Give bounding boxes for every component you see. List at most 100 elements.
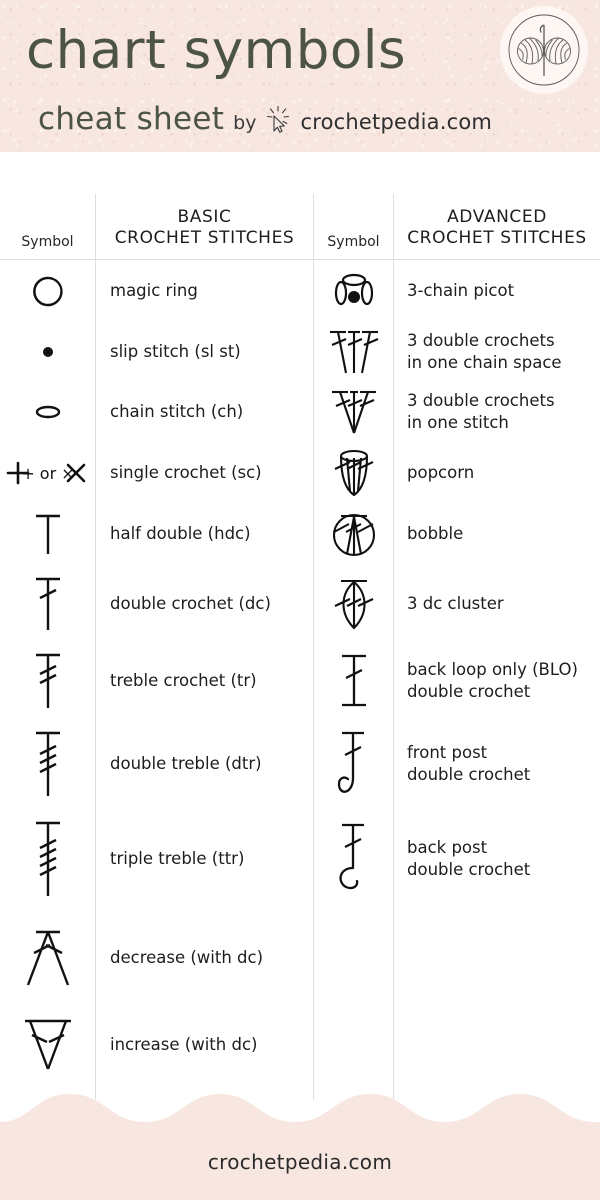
table-row bbox=[314, 565, 393, 642]
table-row: half double (hdc) bbox=[96, 503, 313, 565]
page-title: chart symbols bbox=[26, 20, 407, 81]
back-post-dc-symbol bbox=[314, 820, 393, 898]
table-row: 3 double crochets in one chain space bbox=[394, 322, 600, 382]
table-row bbox=[0, 719, 95, 809]
column-header-symbol-basic: Symbol bbox=[0, 185, 95, 260]
three-dc-one-stitch-symbol bbox=[314, 387, 393, 437]
stitch-label: half double (hdc) bbox=[110, 524, 251, 544]
stitch-label: 3 double crochets in one chain space bbox=[394, 330, 600, 374]
column-header-line2: CROCHET STITCHES bbox=[407, 228, 587, 249]
column-advanced-stitches: ADVANCED CROCHET STITCHES 3-chain picot … bbox=[393, 185, 600, 1100]
stitch-label-line: double crochet bbox=[407, 681, 531, 701]
table-row bbox=[314, 809, 393, 908]
brand-name: crochetpedia.com bbox=[300, 110, 493, 134]
stitch-label: back post double crochet bbox=[394, 837, 600, 881]
blo-double-crochet-symbol bbox=[314, 651, 393, 711]
stitch-label: single crochet (sc) bbox=[110, 462, 262, 482]
table-row: back post double crochet bbox=[394, 809, 600, 908]
double-crochet-symbol bbox=[0, 574, 95, 634]
chain-stitch-symbol bbox=[0, 400, 95, 424]
front-post-dc-symbol bbox=[314, 728, 393, 800]
stitch-label-line: front post bbox=[407, 743, 488, 763]
stitch-label-line: in one chain space bbox=[407, 353, 562, 372]
magic-ring-symbol bbox=[0, 271, 95, 311]
table-row: double treble (dtr) bbox=[96, 719, 313, 809]
three-dc-chain-space-symbol bbox=[314, 327, 393, 377]
table-row: 3-chain picot bbox=[394, 260, 600, 322]
stitch-label: increase (with dc) bbox=[110, 1034, 258, 1054]
table-row bbox=[0, 809, 95, 908]
sparkle-cursor-icon bbox=[265, 105, 291, 135]
table-row: front post double crochet bbox=[394, 719, 600, 809]
table-row bbox=[0, 322, 95, 382]
stitch-label: front post double crochet bbox=[394, 742, 600, 786]
page-subtitle: cheat sheet bbox=[38, 101, 225, 137]
column-header-label: BASIC CROCHET STITCHES bbox=[115, 207, 295, 251]
stitch-label-line: in one stitch bbox=[407, 413, 509, 432]
advanced-label-rows: 3-chain picot 3 double crochets in one c… bbox=[394, 260, 600, 908]
column-header-line1: BASIC bbox=[177, 206, 232, 227]
stitch-label-line: double crochet bbox=[407, 859, 531, 879]
treble-crochet-symbol bbox=[0, 650, 95, 712]
basic-symbol-rows: + or × bbox=[0, 260, 95, 1082]
decrease-symbol bbox=[0, 927, 95, 989]
table-row: magic ring bbox=[96, 260, 313, 322]
table-row bbox=[0, 908, 95, 1007]
table-row bbox=[0, 642, 95, 719]
stitch-label: bobble bbox=[394, 523, 600, 545]
table-row bbox=[0, 382, 95, 442]
column-symbol-basic: Symbol + or × bbox=[0, 185, 95, 1100]
slip-stitch-symbol bbox=[0, 340, 95, 364]
popcorn-symbol bbox=[314, 447, 393, 499]
triple-treble-symbol bbox=[0, 818, 95, 900]
stitch-label-line: back loop only (BLO) bbox=[407, 659, 578, 679]
table-row bbox=[0, 1007, 95, 1082]
table-row bbox=[0, 503, 95, 565]
table-row: decrease (with dc) bbox=[96, 908, 313, 1007]
stitch-label: decrease (with dc) bbox=[110, 947, 264, 967]
stitch-label-line: 3 double crochets bbox=[407, 391, 555, 411]
table-row: double crochet (dc) bbox=[96, 565, 313, 642]
column-header-symbol-advanced: Symbol bbox=[314, 185, 393, 260]
column-basic-stitches: BASIC CROCHET STITCHES magic ring slip s… bbox=[95, 185, 313, 1100]
three-dc-cluster-symbol bbox=[314, 574, 393, 634]
stitch-label: treble crochet (tr) bbox=[110, 670, 257, 690]
stitch-label: 3-chain picot bbox=[394, 280, 600, 302]
stitch-label-line: 3 double crochets bbox=[407, 331, 555, 351]
stitch-label: triple treble (ttr) bbox=[110, 848, 245, 868]
table-row: 3 double crochets in one stitch bbox=[394, 382, 600, 442]
stitch-label: double treble (dtr) bbox=[110, 754, 262, 774]
stitch-label: magic ring bbox=[110, 281, 198, 301]
table-row: treble crochet (tr) bbox=[96, 642, 313, 719]
double-treble-symbol bbox=[0, 728, 95, 800]
stitch-label-line: popcorn bbox=[407, 462, 475, 482]
table-row: + or × bbox=[0, 442, 95, 503]
subtitle-row: cheat sheet by crochetpedia.com bbox=[38, 104, 492, 135]
table-row bbox=[314, 442, 393, 503]
column-header-label: Symbol bbox=[21, 234, 74, 250]
table-row: slip stitch (sl st) bbox=[96, 322, 313, 382]
stitch-label: 3 double crochets in one stitch bbox=[394, 390, 600, 434]
stitch-label: popcorn bbox=[394, 462, 600, 484]
stitch-label-line: bobble bbox=[407, 524, 464, 544]
column-header-advanced: ADVANCED CROCHET STITCHES bbox=[394, 185, 600, 260]
picot-symbol bbox=[314, 270, 393, 312]
single-crochet-symbol: + or × bbox=[0, 458, 95, 488]
stitch-label: double crochet (dc) bbox=[110, 593, 271, 613]
column-header-basic: BASIC CROCHET STITCHES bbox=[96, 185, 313, 260]
table-row: bobble bbox=[394, 503, 600, 565]
column-header-line2: CROCHET STITCHES bbox=[114, 228, 295, 249]
footer-url: crochetpedia.com bbox=[207, 1150, 393, 1174]
table-row bbox=[0, 260, 95, 322]
table-row: triple treble (ttr) bbox=[96, 809, 313, 908]
stitch-label: chain stitch (ch) bbox=[110, 402, 244, 422]
table-row: 3 dc cluster bbox=[394, 565, 600, 642]
stitch-label: 3 dc cluster bbox=[394, 593, 600, 615]
bobble-symbol bbox=[314, 508, 393, 560]
table-row: chain stitch (ch) bbox=[96, 382, 313, 442]
advanced-symbol-rows bbox=[314, 260, 393, 908]
by-label: by bbox=[233, 112, 257, 134]
column-symbol-advanced: Symbol bbox=[313, 185, 393, 1100]
stitch-label: back loop only (BLO) double crochet bbox=[394, 659, 600, 703]
symbols-table: Symbol + or × BASIC CROCHET STITCHES mag… bbox=[0, 185, 600, 1100]
